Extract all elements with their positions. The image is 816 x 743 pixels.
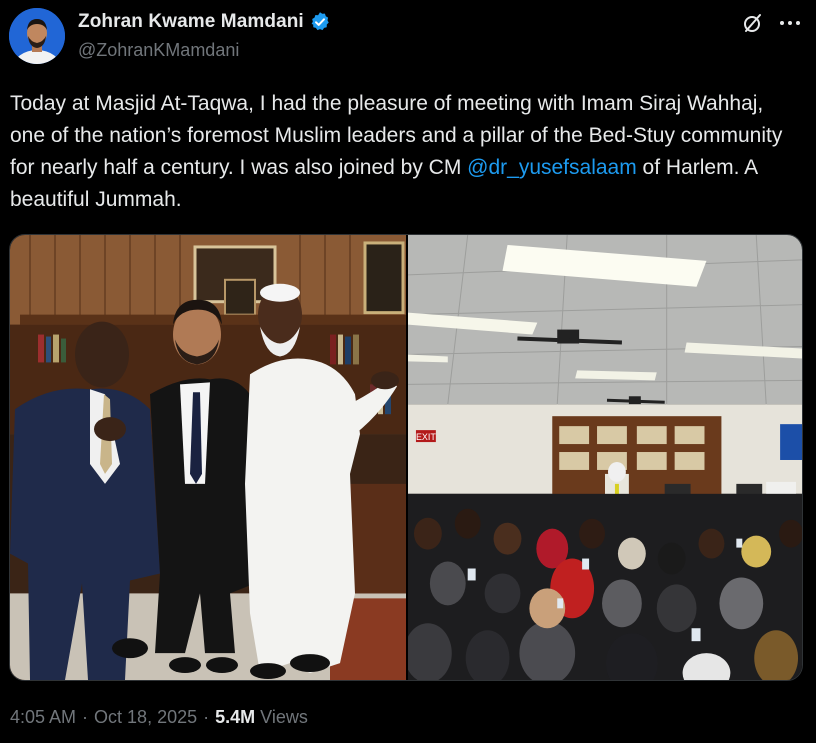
tweet-post: Zohran Kwame Mamdani @ZohranKMamdani Tod… — [0, 0, 816, 743]
avatar-image — [9, 8, 65, 64]
crowd-photo-image: EXIT — [408, 235, 802, 680]
grok-icon — [744, 14, 761, 32]
verified-badge-icon[interactable] — [309, 11, 331, 33]
meta-separator: · — [203, 707, 210, 727]
author-handle[interactable]: @ZohranKMamdani — [78, 40, 239, 61]
media-grid: EXIT — [9, 234, 803, 681]
author-display-name[interactable]: Zohran Kwame Mamdani — [78, 11, 304, 33]
post-date[interactable]: Oct 18, 2025 — [94, 707, 197, 728]
more-options-icon — [780, 21, 784, 25]
meta-separator: · — [82, 707, 89, 727]
grok-button[interactable] — [740, 10, 766, 36]
views-count[interactable]: 5.4M — [215, 707, 255, 728]
post-meta: 4:05 AM · Oct 18, 2025 · 5.4M Views — [10, 707, 308, 728]
photo-2[interactable]: EXIT — [408, 235, 802, 680]
more-options-button[interactable] — [776, 10, 804, 36]
author-avatar[interactable] — [9, 8, 65, 64]
mention-link[interactable]: @dr_yusefsalaam — [467, 156, 637, 179]
post-time[interactable]: 4:05 AM — [10, 707, 76, 728]
more-dot — [788, 21, 792, 25]
more-dot — [796, 21, 800, 25]
exit-sign-text: EXIT — [416, 432, 436, 442]
tweet-text: Today at Masjid At-Taqwa, I had the plea… — [10, 88, 800, 216]
photo-1[interactable] — [10, 235, 406, 680]
office-photo-image — [10, 235, 406, 680]
author-name-row: Zohran Kwame Mamdani — [78, 11, 331, 33]
views-label[interactable]: Views — [260, 707, 308, 728]
